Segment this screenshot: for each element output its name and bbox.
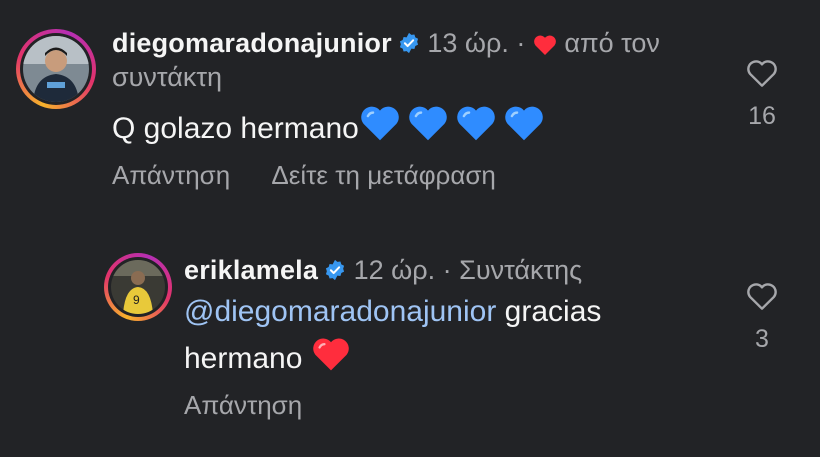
reply-button[interactable]: Απάντηση bbox=[184, 388, 302, 422]
blue-heart-emoji-group bbox=[359, 106, 545, 145]
comment-body: Q golazo hermano bbox=[112, 112, 359, 145]
blue-heart-icon bbox=[505, 106, 543, 141]
red-heart-icon bbox=[312, 338, 349, 371]
verified-badge-icon bbox=[399, 32, 418, 54]
author-badge: Συντάκτης bbox=[459, 255, 583, 285]
separator-dot: · bbox=[516, 28, 526, 58]
profile-photo-icon bbox=[23, 36, 89, 102]
avatar-diegomaradonajunior[interactable] bbox=[16, 29, 96, 109]
comment-body: gracias bbox=[504, 295, 602, 328]
like-count: 3 bbox=[755, 325, 769, 353]
comment-actions: Απάντηση Δείτε τη μετάφραση bbox=[112, 158, 496, 192]
see-translation-button[interactable]: Δείτε τη μετάφραση bbox=[271, 158, 495, 192]
username-link[interactable]: eriklamela bbox=[184, 255, 318, 285]
timestamp: 13 ώρ. bbox=[427, 28, 509, 58]
like-column: 16 bbox=[732, 58, 792, 131]
blue-heart-icon bbox=[409, 106, 447, 141]
verified-badge-icon bbox=[326, 259, 345, 281]
comment-body-line2: hermano bbox=[184, 342, 303, 375]
avatar-eriklamela[interactable]: 9 bbox=[104, 253, 172, 321]
comment-actions: Απάντηση bbox=[184, 388, 302, 422]
mention-link[interactable]: @diegomaradonajunior bbox=[184, 295, 496, 328]
like-count: 16 bbox=[748, 102, 776, 130]
like-heart-icon[interactable] bbox=[746, 58, 778, 88]
comment-meta: diegomaradonajunior 13 ώρ. · από τον bbox=[112, 26, 660, 60]
like-heart-icon[interactable] bbox=[746, 281, 778, 311]
comment-line-2: hermano bbox=[184, 336, 704, 379]
blue-heart-icon bbox=[457, 106, 495, 141]
like-column: 3 bbox=[732, 281, 792, 354]
svg-text:9: 9 bbox=[133, 293, 140, 307]
comment-text: Q golazo hermano bbox=[112, 104, 545, 149]
timestamp: 12 ώρ. bbox=[353, 255, 436, 285]
liked-by-author-label-cont: συντάκτη bbox=[112, 62, 223, 92]
comment-line-1: @diegomaradonajunior gracias bbox=[184, 292, 704, 332]
reply-button[interactable]: Απάντηση bbox=[112, 158, 230, 192]
profile-photo-icon: 9 bbox=[111, 260, 165, 314]
comment-text: @diegomaradonajunior gracias hermano bbox=[184, 292, 704, 379]
separator-dot: · bbox=[442, 255, 452, 285]
author-liked-heart-icon bbox=[533, 35, 556, 55]
username-link[interactable]: diegomaradonajunior bbox=[112, 28, 392, 58]
blue-heart-icon bbox=[361, 106, 399, 141]
liked-by-author-label: από τον bbox=[564, 28, 660, 58]
comment-meta: eriklamela 12 ώρ. · Συντάκτης bbox=[184, 253, 582, 287]
